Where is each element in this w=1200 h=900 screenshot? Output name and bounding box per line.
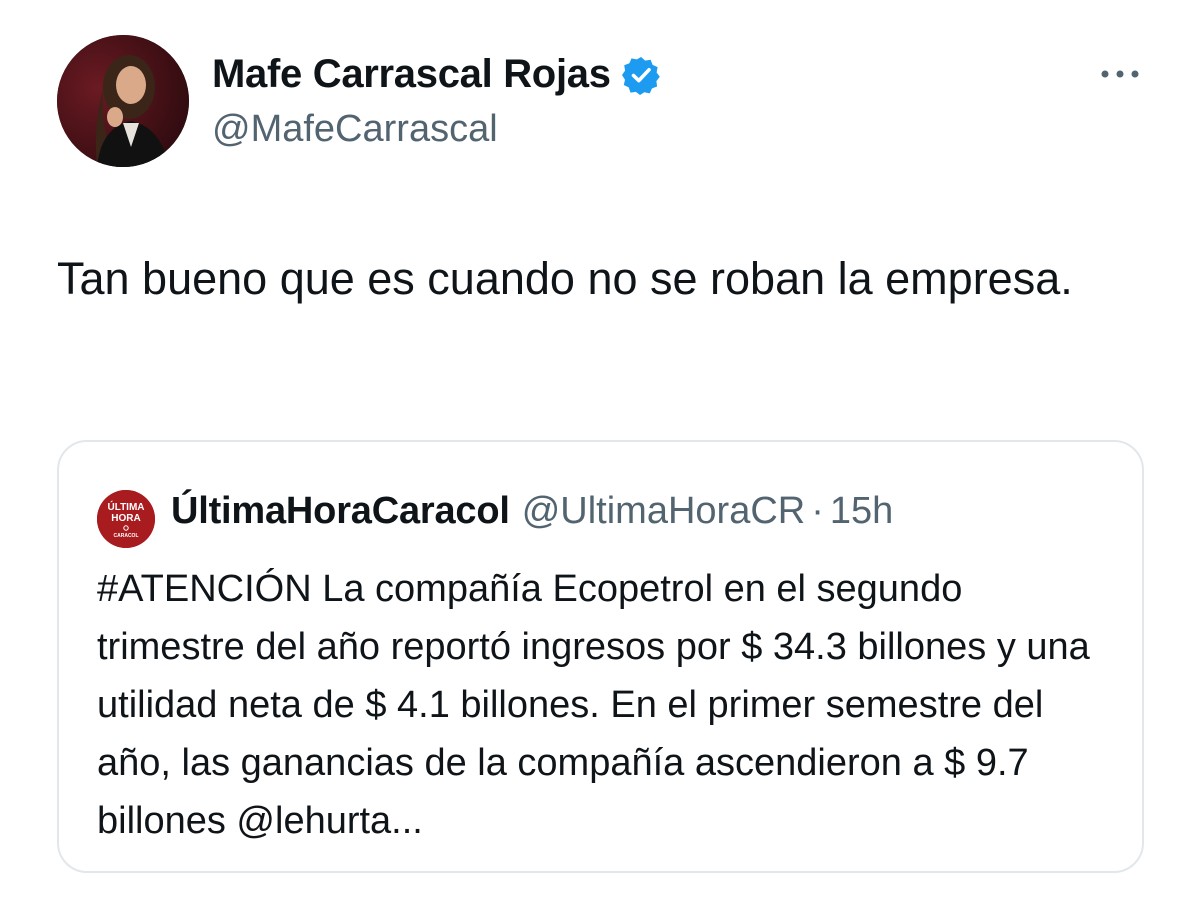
more-options-button[interactable] [1096, 56, 1144, 92]
quoted-timestamp[interactable]: 15h [830, 490, 893, 533]
quoted-header: ÚltimaHoraCaracol @UltimaHoraCR · 15h [171, 490, 893, 533]
more-options-icon [1101, 70, 1139, 78]
quoted-author-handle[interactable]: @UltimaHoraCR [522, 490, 806, 533]
quoted-tweet-text: #ATENCIÓN La compañía Ecopetrol en el se… [97, 568, 1090, 842]
ultima-hora-caracol-logo: ÚLTIMA HORA CARACOL [97, 490, 155, 548]
quoted-author-name[interactable]: ÚltimaHoraCaracol [171, 490, 510, 533]
quoted-author-avatar[interactable]: ÚLTIMA HORA CARACOL [97, 490, 155, 548]
quoted-tweet[interactable]: ÚLTIMA HORA CARACOL ÚltimaHoraCaracol @U… [57, 440, 1144, 873]
logo-line-3: CARACOL [114, 533, 139, 539]
author-name[interactable]: Mafe Carrascal Rojas [212, 52, 611, 97]
tweet-card: Mafe Carrascal Rojas @MafeCarrascal Tan … [0, 0, 1200, 900]
logo-line-2: HORA [111, 513, 140, 524]
header-separator: · [811, 490, 824, 532]
verified-badge-icon [621, 55, 661, 95]
author-handle[interactable]: @MafeCarrascal [212, 108, 498, 151]
tweet-text: Tan bueno que es cuando no se roban la e… [57, 253, 1073, 304]
author-avatar-image [57, 35, 189, 167]
logo-line-1: ÚLTIMA [107, 500, 144, 513]
author-avatar[interactable] [57, 35, 189, 167]
author-name-row: Mafe Carrascal Rojas [212, 52, 661, 97]
